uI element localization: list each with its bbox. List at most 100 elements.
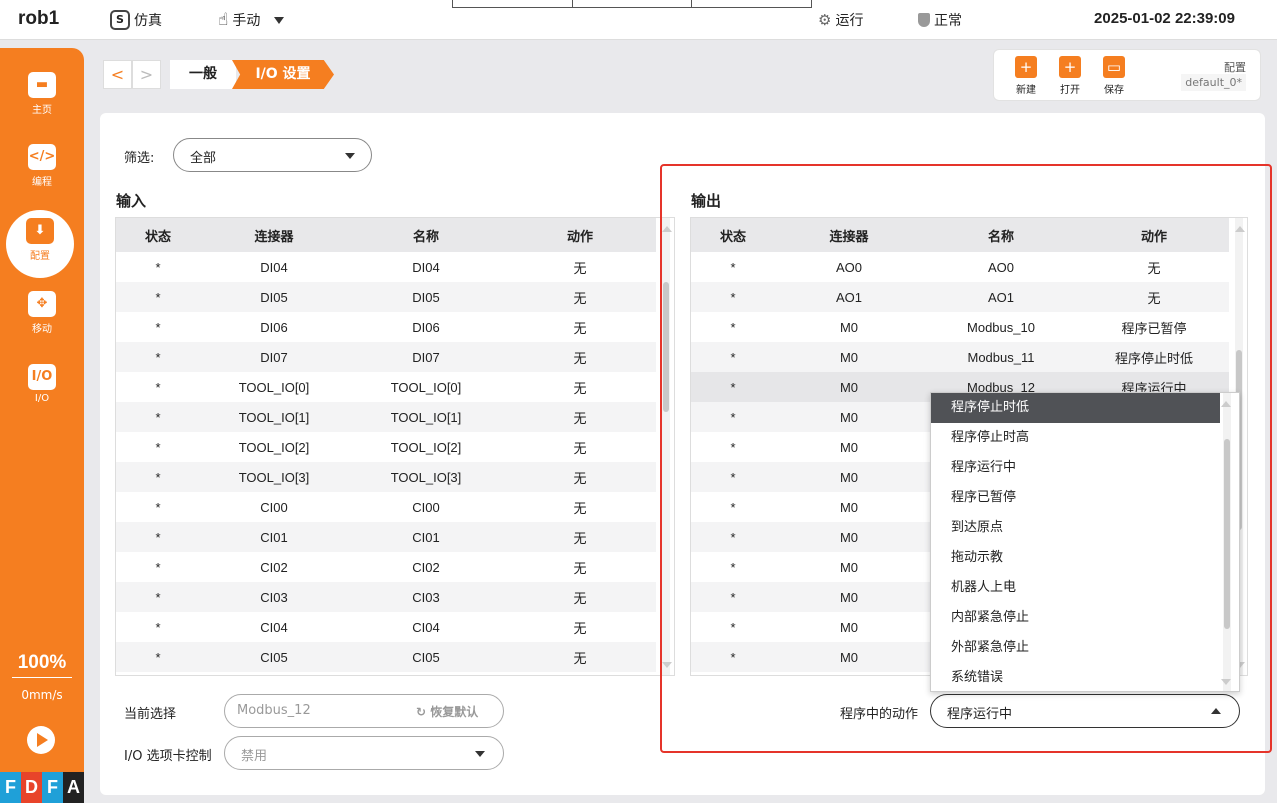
io-card-control-label: I/O 选项卡控制 bbox=[124, 749, 212, 764]
sim-mode-button[interactable]: S 仿真 bbox=[110, 10, 162, 30]
table-row[interactable]: * DI07 DI07 无 bbox=[116, 342, 656, 372]
cell-connector: M0 bbox=[839, 559, 859, 575]
cell-status: * bbox=[155, 259, 161, 275]
table-row[interactable]: * TOOL_IO[3] TOOL_IO[3] 无 bbox=[116, 462, 656, 492]
dropdown-option[interactable]: 程序停止时高 bbox=[931, 423, 1220, 453]
scroll-up-icon[interactable] bbox=[1221, 401, 1231, 407]
column-header-connector: 连接器 bbox=[775, 218, 923, 252]
sidebar-item-io[interactable]: I/O I/O bbox=[0, 364, 84, 404]
cell-status: * bbox=[155, 439, 161, 455]
cell-action: 程序已暂停 bbox=[1121, 320, 1187, 336]
table-row[interactable]: * TOOL_IO[2] TOOL_IO[2] 无 bbox=[116, 432, 656, 462]
cell-status: * bbox=[155, 619, 161, 635]
scroll-up-icon[interactable] bbox=[1235, 226, 1245, 232]
chevron-right-icon: > bbox=[139, 65, 154, 84]
dropdown-option[interactable]: 拖动示教 bbox=[931, 543, 1220, 573]
table-row[interactable]: * AO0 AO0 无 bbox=[691, 252, 1229, 282]
cell-status: * bbox=[116, 402, 200, 432]
cell-action: 无 bbox=[573, 620, 587, 636]
table-row[interactable]: * DI05 DI05 无 bbox=[116, 282, 656, 312]
cell-connector: CI05 bbox=[200, 642, 348, 672]
cell-action: 无 bbox=[573, 500, 587, 516]
table-row[interactable]: * CI05 CI05 无 bbox=[116, 642, 656, 672]
table-row[interactable]: * AO1 AO1 无 bbox=[691, 282, 1229, 312]
cell-name: CI03 bbox=[348, 582, 504, 612]
cell-name: TOOL_IO[3] bbox=[348, 462, 504, 492]
cell-name: Modbus_10 bbox=[967, 319, 1035, 335]
dropdown-option[interactable]: 系统错误 bbox=[931, 663, 1220, 691]
manual-mode-label: 手动 bbox=[232, 13, 261, 29]
dropdown-option[interactable]: 机器人上电 bbox=[931, 573, 1220, 603]
cell-connector: AO0 bbox=[835, 259, 862, 275]
table-row[interactable]: * DI04 DI04 无 bbox=[116, 252, 656, 282]
dropdown-option[interactable]: 外部紧急停止 bbox=[931, 633, 1220, 663]
new-label: 新建 bbox=[1016, 85, 1036, 96]
config-label: 配置 bbox=[1224, 61, 1246, 74]
sim-mode-label: 仿真 bbox=[134, 13, 162, 29]
speed-percent[interactable]: 100% bbox=[0, 652, 84, 674]
run-status: ⚙ 运行 bbox=[818, 10, 863, 30]
restore-default-label: 恢复默认 bbox=[430, 705, 479, 719]
breadcrumb-general[interactable]: 一般 bbox=[170, 60, 236, 89]
table-row[interactable]: * CI03 CI03 无 bbox=[116, 582, 656, 612]
filter-select[interactable]: 全部 bbox=[173, 138, 372, 172]
scroll-down-icon[interactable] bbox=[1221, 679, 1231, 685]
table-row[interactable]: * CI04 CI04 无 bbox=[116, 612, 656, 642]
dropdown-option[interactable]: 程序停止时低 bbox=[931, 393, 1220, 423]
manual-mode-dropdown[interactable]: ☝ 手动 bbox=[218, 10, 285, 30]
output-title: 输出 bbox=[691, 192, 722, 210]
cell-action: 无 bbox=[504, 522, 656, 552]
cell-status: * bbox=[730, 259, 736, 275]
speed-value: 0mm/s bbox=[21, 688, 63, 702]
chevron-up-icon bbox=[1211, 708, 1221, 714]
table-row[interactable]: * CI00 CI00 无 bbox=[116, 492, 656, 522]
sidebar-item-label: 主页 bbox=[32, 105, 52, 116]
cell-status: * bbox=[730, 499, 736, 515]
sidebar-item-home[interactable]: ▬ 主页 bbox=[0, 72, 84, 116]
cell-action: 无 bbox=[504, 642, 656, 672]
cell-name: TOOL_IO[0] bbox=[390, 379, 462, 395]
io-icon: I/O bbox=[28, 364, 56, 390]
forward-button[interactable]: > bbox=[132, 60, 161, 89]
cell-status: * bbox=[691, 522, 775, 552]
program-action-select[interactable]: 程序运行中 bbox=[930, 694, 1240, 728]
io-card-control-select[interactable]: 禁用 bbox=[224, 736, 504, 770]
play-button[interactable] bbox=[27, 726, 55, 754]
table-row[interactable]: * M0 Modbus_10 程序已暂停 bbox=[691, 312, 1229, 342]
dropdown-option[interactable]: 到达原点 bbox=[931, 513, 1220, 543]
cell-action: 程序停止时低 bbox=[1079, 342, 1229, 372]
breadcrumb-io-settings[interactable]: I/O 设置 bbox=[232, 60, 334, 89]
cell-connector: CI01 bbox=[200, 522, 348, 552]
dropdown-option[interactable]: 程序已暂停 bbox=[931, 483, 1220, 513]
new-button[interactable]: + 新建 bbox=[1006, 56, 1046, 96]
sidebar-item-config[interactable]: ⬇ 配置 bbox=[6, 210, 74, 278]
back-button[interactable]: < bbox=[103, 60, 132, 89]
config-icon: ⬇ bbox=[26, 218, 54, 244]
sidebar-item-program[interactable]: </> 编程 bbox=[0, 144, 84, 188]
cell-status: * bbox=[116, 462, 200, 492]
dropdown-scrollbar[interactable] bbox=[1223, 393, 1231, 691]
cell-action: 无 bbox=[573, 560, 587, 576]
table-row[interactable]: * DI06 DI06 无 bbox=[116, 312, 656, 342]
cell-connector: CI03 bbox=[200, 582, 348, 612]
save-button[interactable]: ▭ 保存 bbox=[1094, 56, 1134, 96]
table-row[interactable]: * TOOL_IO[0] TOOL_IO[0] 无 bbox=[116, 372, 656, 402]
cell-connector: DI06 bbox=[260, 319, 288, 335]
column-header-connector: 连接器 bbox=[200, 218, 348, 252]
cell-action: 无 bbox=[504, 282, 656, 312]
cell-name: Modbus_11 bbox=[923, 342, 1079, 372]
open-button[interactable]: + 打开 bbox=[1050, 56, 1090, 96]
table-row[interactable]: * CI01 CI01 无 bbox=[116, 522, 656, 552]
table-row[interactable]: * CI02 CI02 无 bbox=[116, 552, 656, 582]
restore-default-button[interactable]: ↻ 恢复默认 bbox=[416, 703, 478, 720]
dropdown-option[interactable]: 内部紧急停止 bbox=[931, 603, 1220, 633]
table-row[interactable]: * M0 Modbus_11 程序停止时低 bbox=[691, 342, 1229, 372]
cell-status: * bbox=[116, 282, 200, 312]
sidebar-item-move[interactable]: ✥ 移动 bbox=[0, 291, 84, 335]
table-row[interactable]: * TOOL_IO[1] TOOL_IO[1] 无 bbox=[116, 402, 656, 432]
cell-status: * bbox=[691, 342, 775, 372]
robot-arm-icon: ⚙ bbox=[818, 11, 832, 29]
brand-logo: F D F A bbox=[0, 772, 84, 803]
dropdown-option[interactable]: 程序运行中 bbox=[931, 453, 1220, 483]
dropdown-scroll-thumb[interactable] bbox=[1224, 439, 1230, 629]
